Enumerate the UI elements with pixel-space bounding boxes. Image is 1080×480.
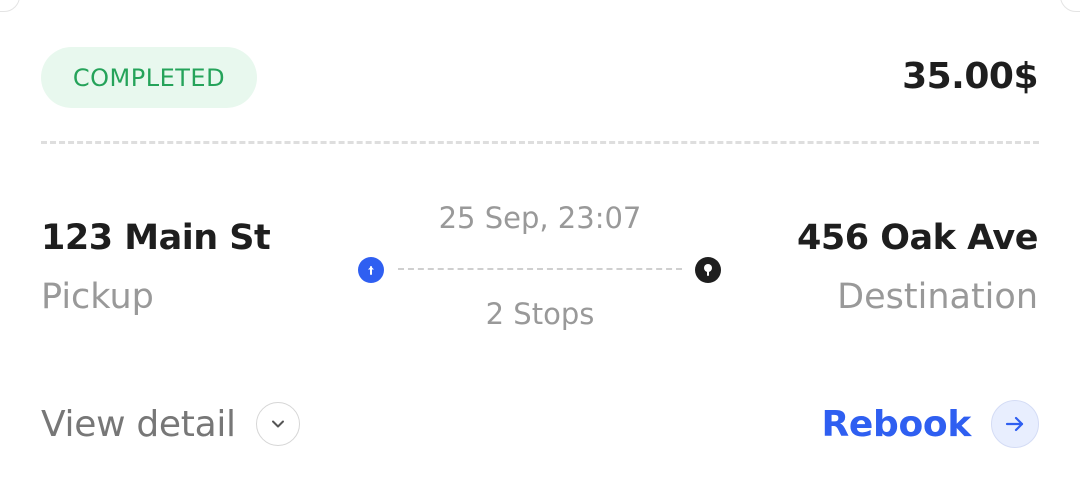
rebook-label: Rebook: [821, 403, 971, 445]
stops-count: 2 Stops: [485, 297, 595, 331]
view-detail-button[interactable]: View detail: [41, 396, 300, 452]
destination-address: 456 Oak Ave: [797, 218, 1038, 258]
pickup-address: 123 Main St: [41, 218, 271, 258]
chevron-down-icon[interactable]: [255, 402, 300, 446]
arrow-up-icon: [368, 266, 374, 275]
destination-label: Destination: [837, 277, 1038, 317]
trip-datetime: 25 Sep, 23:07: [438, 201, 642, 235]
rebook-button[interactable]: Rebook: [821, 396, 1039, 452]
dashed-divider: [41, 141, 1039, 144]
previous-card-edge: [1060, 0, 1080, 12]
trip-card: COMPLETED 35.00$ 123 Main St Pickup 25 S…: [0, 0, 1080, 480]
previous-card-edge: [0, 0, 20, 12]
view-detail-label: View detail: [41, 403, 236, 445]
location-pin-icon: [704, 264, 712, 276]
route-line: [398, 268, 682, 270]
pickup-marker: [358, 257, 384, 283]
status-badge: COMPLETED: [41, 47, 257, 108]
destination-marker: [695, 257, 721, 283]
pickup-label: Pickup: [41, 277, 154, 317]
trip-price: 35.00$: [902, 55, 1038, 97]
arrow-right-icon[interactable]: [991, 400, 1039, 448]
